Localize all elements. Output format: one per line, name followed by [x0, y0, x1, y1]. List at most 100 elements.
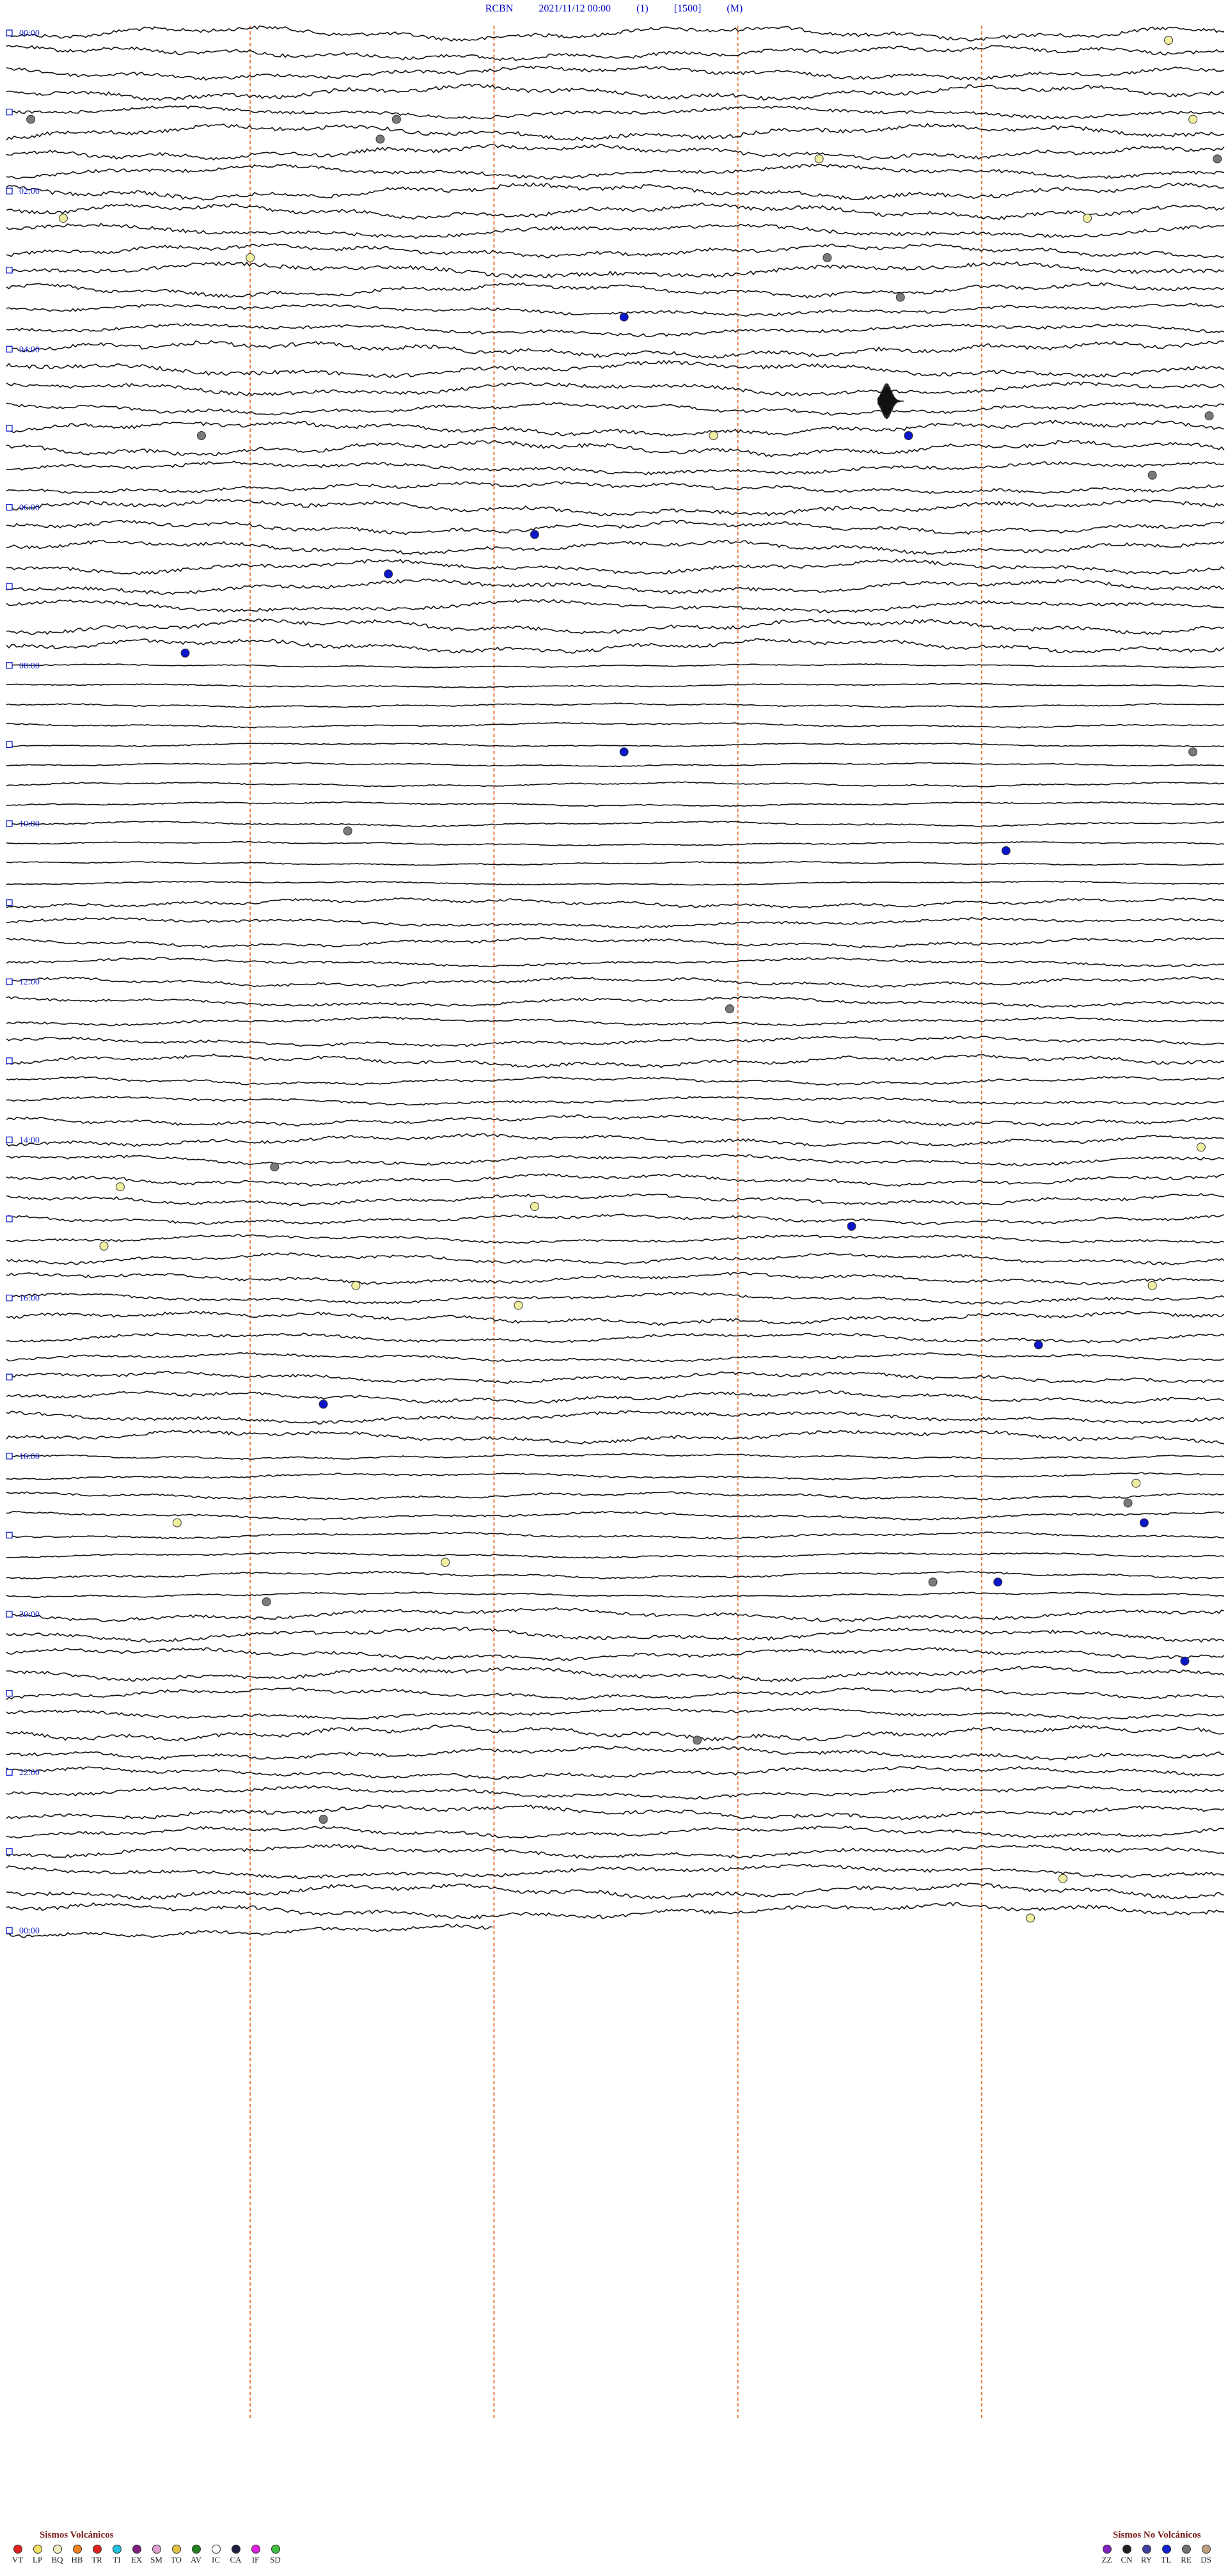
trace-line — [6, 558, 1225, 576]
hour-start-marker — [6, 1531, 13, 1539]
trace-line — [6, 1745, 1225, 1761]
legend-item-lp: LP — [28, 2545, 47, 2565]
trace-line — [6, 1766, 1225, 1780]
trace-line — [6, 1054, 1225, 1068]
event-marker — [1180, 1656, 1190, 1666]
trace-line — [6, 1114, 1225, 1127]
hour-start-marker — [6, 820, 13, 827]
legend-code: EX — [130, 2555, 143, 2564]
trace-line — [6, 702, 1225, 708]
station-name: RCBN — [485, 3, 514, 14]
gain-value: [1500] — [673, 3, 702, 14]
trace-line — [6, 936, 1225, 949]
trace-line — [6, 1531, 1225, 1540]
hour-start-marker — [6, 1373, 13, 1380]
hour-start-marker — [6, 503, 13, 511]
legend-item-vt: VT — [8, 2545, 28, 2565]
trace-line — [6, 1724, 1225, 1742]
legend-item-ex: EX — [127, 2545, 146, 2565]
trace-line — [6, 1863, 1225, 1879]
trace-line — [6, 1332, 1225, 1344]
legend-dot — [1201, 2545, 1211, 2554]
hour-start-marker — [6, 1453, 13, 1460]
trace-line — [6, 539, 1225, 555]
trace-line — [6, 381, 1225, 397]
legend-item-ry: RY — [1137, 2545, 1156, 2565]
trace-line — [6, 976, 1225, 988]
trace-line — [6, 202, 1225, 221]
event-marker — [725, 1004, 734, 1014]
trace-line — [6, 880, 1225, 886]
event-marker — [115, 1182, 125, 1192]
event-marker — [262, 1597, 271, 1607]
trace-line — [6, 1491, 1225, 1501]
trace-line — [6, 1607, 1225, 1622]
hour-start-marker — [6, 1057, 13, 1064]
hour-label: 00:00 — [19, 1926, 40, 1936]
trace-line — [6, 261, 1225, 278]
trace-line — [6, 722, 1225, 729]
trace-line — [6, 1924, 493, 1938]
event-marker — [1082, 214, 1092, 223]
legend-code: SD — [270, 2555, 281, 2564]
event-marker — [1001, 846, 1011, 855]
trace-line — [6, 322, 1225, 338]
trace-line — [6, 519, 1225, 535]
legend-dot — [152, 2545, 161, 2554]
trace-line — [6, 1153, 1225, 1167]
trace-line — [6, 1352, 1225, 1363]
trace-line — [6, 1036, 1225, 1047]
trace-line — [6, 742, 1225, 748]
legend-dot — [171, 2545, 181, 2554]
event-marker — [319, 1400, 328, 1409]
event-marker — [270, 1162, 279, 1172]
legend-code: DS — [1200, 2555, 1211, 2564]
trace-line — [6, 599, 1225, 613]
trace-line — [6, 340, 1225, 359]
event-marker — [1058, 1874, 1067, 1883]
trace-line — [6, 1883, 1225, 1900]
event-marker — [246, 253, 255, 262]
legend-code: CA — [230, 2555, 242, 2564]
event-marker — [1147, 470, 1157, 480]
trace-line — [6, 25, 1225, 42]
legend-dot — [92, 2545, 102, 2554]
hour-start-marker — [6, 1769, 13, 1776]
trace-line — [6, 123, 1225, 141]
legend-item-if: IF — [246, 2545, 265, 2565]
hour-start-marker — [6, 1848, 13, 1855]
trace-line — [6, 1687, 1225, 1700]
event-marker — [1139, 1518, 1149, 1528]
event-marker — [1213, 154, 1222, 164]
trace-line — [6, 781, 1225, 787]
hour-start-marker — [6, 1927, 13, 1934]
legend-code: IC — [212, 2555, 220, 2564]
seismic-traces — [6, 25, 1225, 1938]
trace-line — [6, 1410, 1225, 1425]
legend-item-zz: ZZ — [1097, 2545, 1117, 2565]
event-marker — [928, 1577, 938, 1587]
legend-volcanic-title: Sismos Volcánicos — [40, 2530, 114, 2540]
legend-dot — [112, 2545, 122, 2554]
trace-line — [6, 1453, 1225, 1460]
event-marker — [619, 747, 629, 757]
legend-item-tr: TR — [87, 2545, 107, 2565]
trace-line — [6, 618, 1225, 635]
hour-start-marker — [6, 583, 13, 590]
hour-start-marker — [6, 899, 13, 906]
trace-line — [6, 1429, 1225, 1444]
event-marker — [351, 1281, 361, 1290]
hour-start-marker — [6, 1136, 13, 1144]
hour-label: 04:00 — [19, 345, 40, 354]
legend-item-cn: CN — [1117, 2545, 1137, 2565]
event-marker — [895, 292, 905, 302]
trace-line — [6, 1707, 1225, 1720]
event-marker — [1204, 411, 1214, 421]
event-marker — [530, 1202, 539, 1212]
trace-burst — [877, 383, 904, 420]
trace-line — [6, 1311, 1225, 1326]
hour-start-marker — [6, 1215, 13, 1222]
trace-line — [6, 1075, 1225, 1086]
event-marker — [530, 530, 539, 539]
event-marker — [904, 431, 913, 440]
